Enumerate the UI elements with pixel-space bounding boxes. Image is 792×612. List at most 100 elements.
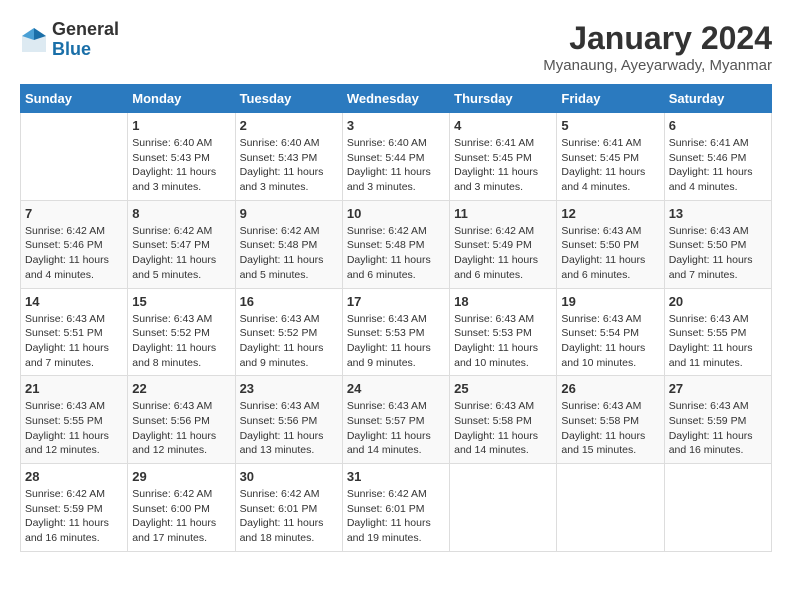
day-number: 13 bbox=[669, 206, 767, 221]
cell-detail: Sunrise: 6:43 AMSunset: 5:58 PMDaylight:… bbox=[561, 400, 645, 456]
calendar-cell: 10 Sunrise: 6:42 AMSunset: 5:48 PMDayligh… bbox=[342, 200, 449, 288]
day-number: 21 bbox=[25, 381, 123, 396]
calendar-cell: 27 Sunrise: 6:43 AMSunset: 5:59 PMDayligh… bbox=[664, 376, 771, 464]
calendar-cell: 17Sunrise: 6:43 AMSunset: 5:53 PMDayligh… bbox=[342, 288, 449, 376]
calendar-week-row: 21 Sunrise: 6:43 AMSunset: 5:55 PMDayligh… bbox=[21, 376, 772, 464]
calendar-cell: 28Sunrise: 6:42 AMSunset: 5:59 PMDayligh… bbox=[21, 464, 128, 552]
day-of-week-header: Wednesday bbox=[342, 85, 449, 113]
day-number: 19 bbox=[561, 294, 659, 309]
cell-detail: Sunrise: 6:40 AMSunset: 5:43 PMDaylight:… bbox=[132, 137, 216, 193]
day-number: 10 bbox=[347, 206, 445, 221]
day-number: 8 bbox=[132, 206, 230, 221]
day-of-week-header: Tuesday bbox=[235, 85, 342, 113]
day-number: 30 bbox=[240, 469, 338, 484]
calendar-week-row: 1 Sunrise: 6:40 AMSunset: 5:43 PMDaylight… bbox=[21, 113, 772, 201]
day-of-week-header: Thursday bbox=[450, 85, 557, 113]
day-of-week-header: Saturday bbox=[664, 85, 771, 113]
calendar-cell: 14Sunrise: 6:43 AMSunset: 5:51 PMDayligh… bbox=[21, 288, 128, 376]
cell-detail: Sunrise: 6:42 AMSunset: 5:47 PMDaylight:… bbox=[132, 225, 216, 281]
calendar-cell: 11 Sunrise: 6:42 AMSunset: 5:49 PMDayligh… bbox=[450, 200, 557, 288]
location-text: Myanaung, Ayeyarwady, Myanmar bbox=[543, 57, 772, 74]
calendar-cell: 4 Sunrise: 6:41 AMSunset: 5:45 PMDaylight… bbox=[450, 113, 557, 201]
logo-icon bbox=[20, 26, 48, 54]
day-number: 11 bbox=[454, 206, 552, 221]
calendar-cell: 3 Sunrise: 6:40 AMSunset: 5:44 PMDaylight… bbox=[342, 113, 449, 201]
logo-text: General Blue bbox=[52, 20, 119, 60]
day-number: 1 bbox=[132, 118, 230, 133]
calendar-cell: 2Sunrise: 6:40 AMSunset: 5:43 PMDaylight… bbox=[235, 113, 342, 201]
day-number: 29 bbox=[132, 469, 230, 484]
calendar-cell: 5 Sunrise: 6:41 AMSunset: 5:45 PMDaylight… bbox=[557, 113, 664, 201]
day-number: 5 bbox=[561, 118, 659, 133]
cell-detail: Sunrise: 6:43 AMSunset: 5:50 PMDaylight:… bbox=[561, 225, 645, 281]
cell-detail: Sunrise: 6:42 AMSunset: 6:01 PMDaylight:… bbox=[240, 488, 324, 544]
day-number: 23 bbox=[240, 381, 338, 396]
day-number: 14 bbox=[25, 294, 123, 309]
calendar-cell: 30 Sunrise: 6:42 AMSunset: 6:01 PMDayligh… bbox=[235, 464, 342, 552]
calendar-cell: 13 Sunrise: 6:43 AMSunset: 5:50 PMDayligh… bbox=[664, 200, 771, 288]
cell-detail: Sunrise: 6:41 AMSunset: 5:45 PMDaylight:… bbox=[561, 137, 645, 193]
calendar-cell: 15 Sunrise: 6:43 AMSunset: 5:52 PMDayligh… bbox=[128, 288, 235, 376]
calendar-cell: 16Sunrise: 6:43 AMSunset: 5:52 PMDayligh… bbox=[235, 288, 342, 376]
day-number: 31 bbox=[347, 469, 445, 484]
cell-detail: Sunrise: 6:41 AMSunset: 5:45 PMDaylight:… bbox=[454, 137, 538, 193]
day-of-week-header: Sunday bbox=[21, 85, 128, 113]
cell-detail: Sunrise: 6:43 AMSunset: 5:52 PMDaylight:… bbox=[240, 313, 324, 369]
calendar-cell bbox=[21, 113, 128, 201]
day-of-week-header: Friday bbox=[557, 85, 664, 113]
logo: General Blue bbox=[20, 20, 119, 60]
cell-detail: Sunrise: 6:42 AMSunset: 5:46 PMDaylight:… bbox=[25, 225, 109, 281]
month-year-title: January 2024 bbox=[543, 20, 772, 57]
cell-detail: Sunrise: 6:43 AMSunset: 5:57 PMDaylight:… bbox=[347, 400, 431, 456]
calendar-cell: 19 Sunrise: 6:43 AMSunset: 5:54 PMDayligh… bbox=[557, 288, 664, 376]
calendar-cell: 26 Sunrise: 6:43 AMSunset: 5:58 PMDayligh… bbox=[557, 376, 664, 464]
calendar-cell: 29 Sunrise: 6:42 AMSunset: 6:00 PMDayligh… bbox=[128, 464, 235, 552]
day-number: 6 bbox=[669, 118, 767, 133]
cell-detail: Sunrise: 6:42 AMSunset: 6:00 PMDaylight:… bbox=[132, 488, 216, 544]
cell-detail: Sunrise: 6:43 AMSunset: 5:55 PMDaylight:… bbox=[25, 400, 109, 456]
day-number: 3 bbox=[347, 118, 445, 133]
day-number: 7 bbox=[25, 206, 123, 221]
cell-detail: Sunrise: 6:43 AMSunset: 5:50 PMDaylight:… bbox=[669, 225, 753, 281]
calendar-week-row: 28Sunrise: 6:42 AMSunset: 5:59 PMDayligh… bbox=[21, 464, 772, 552]
cell-detail: Sunrise: 6:42 AMSunset: 5:49 PMDaylight:… bbox=[454, 225, 538, 281]
calendar-cell bbox=[557, 464, 664, 552]
cell-detail: Sunrise: 6:42 AMSunset: 5:48 PMDaylight:… bbox=[240, 225, 324, 281]
calendar-cell: 18 Sunrise: 6:43 AMSunset: 5:53 PMDayligh… bbox=[450, 288, 557, 376]
calendar-cell: 23Sunrise: 6:43 AMSunset: 5:56 PMDayligh… bbox=[235, 376, 342, 464]
calendar-cell: 9 Sunrise: 6:42 AMSunset: 5:48 PMDaylight… bbox=[235, 200, 342, 288]
day-number: 25 bbox=[454, 381, 552, 396]
calendar-cell: 12 Sunrise: 6:43 AMSunset: 5:50 PMDayligh… bbox=[557, 200, 664, 288]
day-number: 24 bbox=[347, 381, 445, 396]
cell-detail: Sunrise: 6:43 AMSunset: 5:58 PMDaylight:… bbox=[454, 400, 538, 456]
page-header: General Blue January 2024 Myanaung, Ayey… bbox=[20, 20, 772, 74]
day-number: 12 bbox=[561, 206, 659, 221]
calendar-cell: 1 Sunrise: 6:40 AMSunset: 5:43 PMDaylight… bbox=[128, 113, 235, 201]
day-number: 2 bbox=[240, 118, 338, 133]
cell-detail: Sunrise: 6:40 AMSunset: 5:44 PMDaylight:… bbox=[347, 137, 431, 193]
day-number: 26 bbox=[561, 381, 659, 396]
cell-detail: Sunrise: 6:41 AMSunset: 5:46 PMDaylight:… bbox=[669, 137, 753, 193]
calendar-cell bbox=[450, 464, 557, 552]
day-number: 22 bbox=[132, 381, 230, 396]
calendar-cell: 24 Sunrise: 6:43 AMSunset: 5:57 PMDayligh… bbox=[342, 376, 449, 464]
day-number: 15 bbox=[132, 294, 230, 309]
calendar-cell: 22Sunrise: 6:43 AMSunset: 5:56 PMDayligh… bbox=[128, 376, 235, 464]
calendar-cell: 20Sunrise: 6:43 AMSunset: 5:55 PMDayligh… bbox=[664, 288, 771, 376]
calendar-cell: 7 Sunrise: 6:42 AMSunset: 5:46 PMDaylight… bbox=[21, 200, 128, 288]
cell-detail: Sunrise: 6:43 AMSunset: 5:53 PMDaylight:… bbox=[454, 313, 538, 369]
cell-detail: Sunrise: 6:43 AMSunset: 5:59 PMDaylight:… bbox=[669, 400, 753, 456]
day-number: 9 bbox=[240, 206, 338, 221]
day-number: 17 bbox=[347, 294, 445, 309]
calendar-cell: 25 Sunrise: 6:43 AMSunset: 5:58 PMDayligh… bbox=[450, 376, 557, 464]
calendar-cell: 21 Sunrise: 6:43 AMSunset: 5:55 PMDayligh… bbox=[21, 376, 128, 464]
day-of-week-header: Monday bbox=[128, 85, 235, 113]
calendar-week-row: 7 Sunrise: 6:42 AMSunset: 5:46 PMDaylight… bbox=[21, 200, 772, 288]
cell-detail: Sunrise: 6:43 AMSunset: 5:54 PMDaylight:… bbox=[561, 313, 645, 369]
day-number: 18 bbox=[454, 294, 552, 309]
day-number: 27 bbox=[669, 381, 767, 396]
day-number: 4 bbox=[454, 118, 552, 133]
cell-detail: Sunrise: 6:43 AMSunset: 5:52 PMDaylight:… bbox=[132, 313, 216, 369]
day-number: 28 bbox=[25, 469, 123, 484]
cell-detail: Sunrise: 6:42 AMSunset: 5:48 PMDaylight:… bbox=[347, 225, 431, 281]
